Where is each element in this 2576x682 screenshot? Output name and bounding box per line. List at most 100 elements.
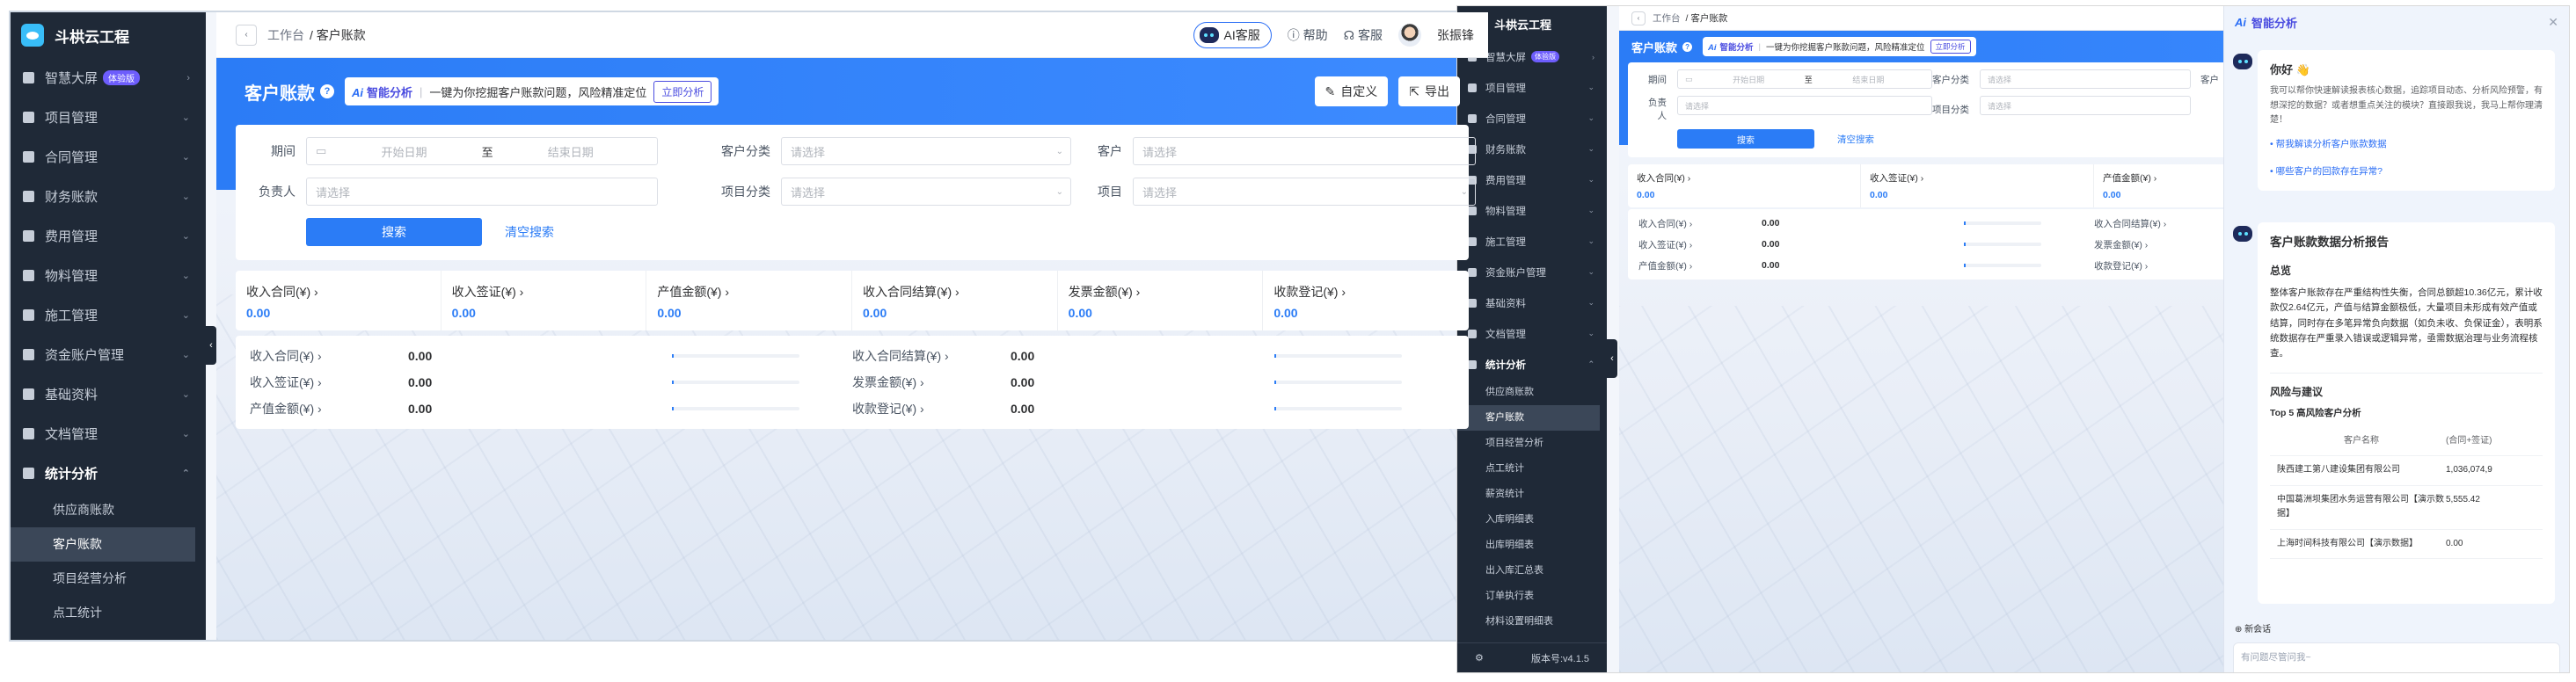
analyze-now-button[interactable]: 立即分析 [1930, 40, 1971, 54]
submenu-order-execution[interactable]: 订单执行表 [1457, 584, 1607, 609]
project-category-label: 项目分类 [1932, 104, 1969, 115]
chevron-left-icon: ‹ [244, 30, 248, 40]
close-icon[interactable]: ✕ [2548, 15, 2558, 30]
customize-button[interactable]: ✎ 自定义 [1314, 76, 1389, 106]
version-footer: ⚙ 版本号:v4.1.5 [1457, 642, 1607, 672]
menu-item-dashboard[interactable]: 智慧大屏 体验版 › [11, 58, 206, 98]
robot-icon [2233, 226, 2252, 242]
suggested-question-1[interactable]: • 帮我解读分析客户账款数据 [2270, 137, 2543, 152]
project-category-select[interactable]: 请选择 [1980, 96, 2191, 115]
menu-item-statistics[interactable]: 统计分析 ⌃ [11, 453, 206, 493]
ai-description: 一键为你挖掘客户账款问题，风险精准定位 [429, 85, 647, 99]
progress-bar [1274, 354, 1402, 358]
detail-row: 收款登记(¥) › 0.00 [852, 395, 1455, 422]
settings-icon[interactable]: ⚙ [1475, 652, 1484, 664]
detail-left: 收入合同(¥) › 0.00 收入签证(¥) › 0.00 产值金额(¥) › 0.0… [1638, 213, 2094, 276]
breadcrumb-root[interactable]: 工作台 [1653, 11, 1681, 25]
stat-income-visa[interactable]: 收入签证(¥) › 0.00 [441, 271, 647, 330]
chevron-right-icon: › [314, 285, 318, 299]
submenu-inout-summary[interactable]: 出入库汇总表 [1457, 558, 1607, 584]
stat-income-visa[interactable]: 收入签证(¥) › 0.00 [1861, 164, 2094, 207]
ai-service-button[interactable]: AI客服 [1193, 21, 1272, 48]
period-date-range[interactable]: ▭ 开始日期至结束日期 [1677, 69, 1932, 89]
top5-heading: Top 5 高风险客户分析 [2270, 408, 2361, 419]
divider: | [1758, 41, 1761, 52]
page-title: 客户账款 [244, 83, 315, 104]
menu-item-base-data[interactable]: 基础资料 ⌄ [11, 374, 206, 414]
chevron-down-icon: ⌄ [1587, 267, 1594, 276]
menu-item-fund-account[interactable]: 资金账户管理 ⌄ [11, 335, 206, 374]
sidebar-collapse-handle[interactable]: ‹ [1607, 339, 1617, 378]
submenu-project-analysis[interactable]: 项目经营分析 [11, 562, 206, 596]
clear-search-link[interactable]: 清空搜索 [1837, 133, 1874, 146]
ai-panel-header: Ai 智能分析 ✕ [2224, 6, 2569, 38]
stat-income-contract[interactable]: 收入合同(¥) › 0.00 [1628, 164, 1861, 207]
user-avatar[interactable] [1398, 23, 1421, 47]
breadcrumb-root[interactable]: 工作台 [267, 26, 304, 44]
user-name[interactable]: 张振锋 [1437, 26, 1474, 44]
search-button[interactable]: 搜索 [1677, 129, 1814, 149]
chat-input[interactable]: 有问题尽管问我~ [2233, 642, 2560, 672]
progress-bar [1964, 264, 2041, 267]
submenu-inbound-detail[interactable]: 入库明细表 [1457, 507, 1607, 533]
submenu-material-detail[interactable]: 材料设置明细表 [1457, 609, 1607, 635]
stat-contract-settlement[interactable]: 收入合同结算(¥) ›0.00 [852, 271, 1058, 330]
period-date-range[interactable]: ▭ 开始日期至结束日期 [306, 137, 658, 165]
chevron-left-icon: ‹ [209, 340, 213, 351]
question-icon[interactable]: ? [320, 84, 334, 98]
owner-label: 负责人 [1648, 98, 1667, 121]
search-button[interactable]: 搜索 [306, 218, 482, 246]
suggested-question-2[interactable]: • 哪些客户的回款存在异常? [2270, 164, 2543, 179]
sidebar-collapse-handle[interactable]: ‹ [206, 326, 216, 365]
back-button[interactable]: ‹ [236, 24, 257, 46]
customer-select[interactable]: 请选择 [1133, 137, 1476, 165]
ai-description: 一键为你挖掘客户账款问题，风险精准定位 [1766, 43, 1925, 53]
submenu-salary-stats[interactable]: 薪资统计 [1457, 482, 1607, 507]
progress-bar [1964, 221, 2041, 225]
menu-item-expense[interactable]: 费用管理 ⌄ [11, 216, 206, 256]
owner-select[interactable]: 请选择 [1677, 96, 1932, 115]
chevron-down-icon: ⌄ [1587, 83, 1594, 91]
stat-receipt-register[interactable]: 收款登记(¥) › 0.00 [1263, 271, 1469, 330]
submenu-supplier-account[interactable]: 供应商账款 [11, 493, 206, 527]
clear-search-link[interactable]: 清空搜索 [505, 223, 554, 241]
submenu-labor-stats[interactable]: 点工统计 [11, 596, 206, 630]
project-category-select[interactable]: 请选择 ⌄ [781, 178, 1071, 206]
submenu-outbound-detail[interactable]: 出库明细表 [1457, 533, 1607, 558]
customer-category-select[interactable]: 请选择 [1980, 69, 2191, 89]
back-button[interactable]: ‹ [1631, 11, 1646, 25]
submenu-salary-stats[interactable]: 薪资统计 [11, 630, 206, 640]
greeting-title: 你好 👋 [2270, 63, 2310, 76]
stat-output-amount[interactable]: 产值金额(¥) › 0.00 [646, 271, 852, 330]
analyze-now-button[interactable]: 立即分析 [653, 80, 712, 103]
export-button[interactable]: ⇱ 导出 [1398, 76, 1460, 106]
stat-income-contract[interactable]: 收入合同(¥) › 0.00 [236, 271, 441, 330]
headset-icon: ☊ [1343, 27, 1358, 42]
brand-logo[interactable]: 斗栱云工程 [11, 12, 206, 58]
ai-logo-icon: Ai [2235, 15, 2246, 29]
detail-row: 产值金额(¥) › 0.00 [1638, 255, 2094, 276]
chevron-right-icon: › [725, 285, 730, 299]
menu-item-material[interactable]: 物料管理 ⌄ [11, 256, 206, 295]
menu-item-documents[interactable]: 文档管理 ⌄ [11, 414, 206, 453]
menu-item-construction[interactable]: 施工管理 ⌄ [11, 295, 206, 335]
question-icon[interactable]: ? [1682, 41, 1693, 52]
detail-row: 收入合同结算(¥) › 0.00 [852, 343, 1455, 369]
project-select[interactable]: 请选择 ⌄ [1133, 178, 1476, 206]
menu-item-contract[interactable]: 合同管理 ⌄ [11, 137, 206, 177]
detail-right: 收入合同结算(¥) › 0.00 发票金额(¥) › 0.00 收款登记(¥) › 0… [852, 343, 1455, 422]
submenu-project-analysis[interactable]: 项目经营分析 [1457, 431, 1607, 456]
submenu-customer-account[interactable]: 客户账款 [11, 527, 195, 562]
menu-item-project[interactable]: 项目管理 ⌄ [11, 98, 206, 137]
help-link[interactable]: ⓘ 帮助 [1288, 26, 1328, 44]
app-window-main: 斗栱云工程 智慧大屏 体验版 › 项目管理 ⌄ 合同管理 ⌄ 财务账款 ⌄ 费用管理 ⌄ 物… [9, 11, 1490, 642]
chevron-right-icon: › [519, 285, 524, 299]
submenu-labor-stats[interactable]: 点工统计 [1457, 456, 1607, 482]
sidebar-menu: 智慧大屏 体验版 › 项目管理 ⌄ 合同管理 ⌄ 财务账款 ⌄ 费用管理 ⌄ 物料管理 ⌄ 施… [11, 58, 206, 640]
menu-item-finance[interactable]: 财务账款 ⌄ [11, 177, 206, 216]
owner-select[interactable]: 请选择 [306, 178, 658, 206]
customer-category-select[interactable]: 请选择 ⌄ [781, 137, 1071, 165]
service-link[interactable]: ☊ 客服 [1344, 26, 1383, 44]
new-chat-button[interactable]: ⊕ 新会话 [2235, 621, 2271, 635]
stat-invoice-amount[interactable]: 发票金额(¥) › 0.00 [1058, 271, 1264, 330]
